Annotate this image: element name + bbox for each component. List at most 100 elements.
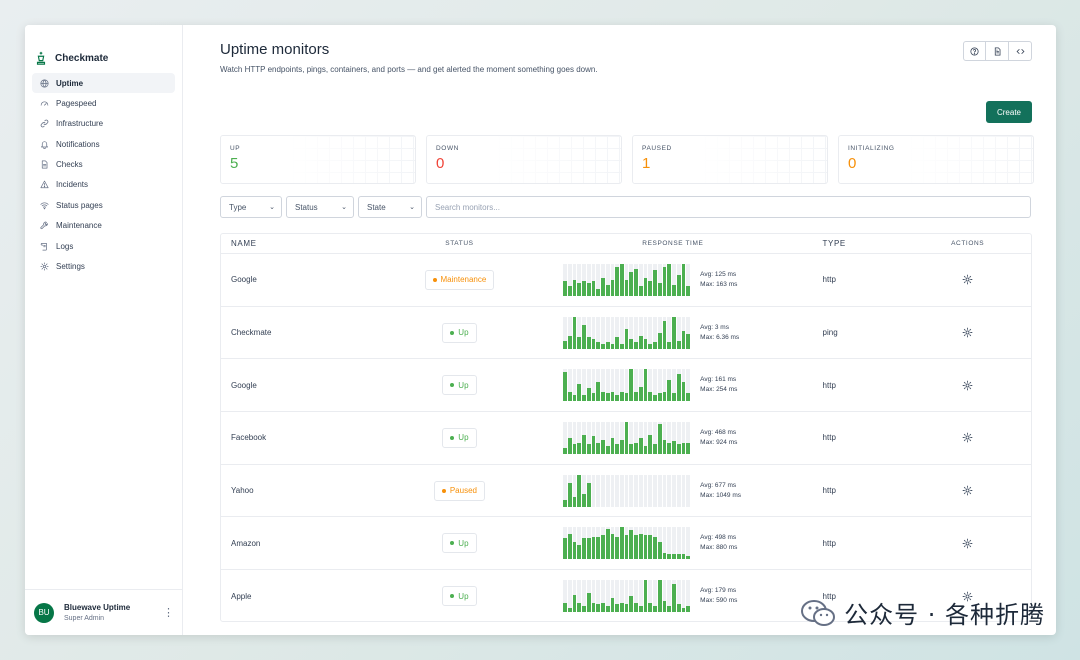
- response-bar-slot: [567, 316, 572, 349]
- monitor-name[interactable]: Google: [221, 275, 366, 284]
- user-name: Bluewave Uptime: [64, 603, 131, 612]
- help-button[interactable]: [963, 41, 986, 61]
- response-bar-slot: [648, 316, 653, 349]
- sidebar-item-pagespeed[interactable]: Pagespeed: [32, 93, 175, 113]
- response-bar-slot: [582, 369, 586, 402]
- code-button[interactable]: [1009, 41, 1032, 61]
- response-bar: [653, 270, 657, 296]
- response-bar-slot: [648, 369, 653, 402]
- response-bar: [686, 442, 690, 454]
- response-bar-slot: [634, 527, 638, 560]
- response-bar: [638, 335, 643, 349]
- sidebar-item-incidents[interactable]: Incidents: [32, 175, 175, 195]
- monitor-name[interactable]: Google: [221, 381, 366, 390]
- sidebar-item-checks[interactable]: Checks: [32, 155, 175, 175]
- sidebar-item-label: Checks: [56, 160, 83, 170]
- type-filter-label: Type: [229, 202, 247, 212]
- response-bar-slot: [591, 527, 596, 560]
- table-row[interactable]: Google Up Avg: 161 ms Max: 254 ms http: [221, 359, 1031, 413]
- sidebar-item-label: Status pages: [56, 200, 103, 210]
- gear-icon[interactable]: [962, 432, 973, 443]
- response-bar: [563, 340, 567, 349]
- header-status[interactable]: STATUS: [366, 240, 554, 247]
- docs-button[interactable]: [986, 41, 1009, 61]
- response-bar-slot: [586, 421, 591, 454]
- avatar[interactable]: BU: [34, 602, 54, 623]
- monitor-name[interactable]: Checkmate: [221, 328, 366, 337]
- response-bar-slot: [643, 527, 648, 560]
- response-bar: [676, 275, 681, 296]
- response-bar: [643, 369, 648, 402]
- search-input[interactable]: [426, 196, 1031, 218]
- response-bar-slot: [672, 316, 676, 349]
- response-bar: [605, 528, 610, 560]
- response-bar: [662, 552, 667, 560]
- header-actions: [963, 41, 1032, 61]
- gear-icon[interactable]: [962, 274, 973, 285]
- gear-icon[interactable]: [962, 327, 973, 338]
- response-bar-slot: [605, 369, 610, 402]
- response-bar-slot: [648, 527, 653, 560]
- response-bar-slot: [667, 369, 672, 402]
- response-bar: [615, 394, 619, 402]
- response-time-chart: [563, 263, 690, 296]
- sidebar-item-settings[interactable]: Settings: [32, 257, 175, 277]
- code-icon: [1016, 48, 1024, 54]
- response-bar-slot: [563, 580, 567, 613]
- response-bar-slot: [648, 263, 653, 296]
- monitor-name[interactable]: Facebook: [221, 433, 366, 442]
- brand[interactable]: Checkmate: [25, 25, 182, 70]
- sidebar-item-uptime[interactable]: Uptime: [32, 73, 175, 93]
- main-content: Uptime monitors Watch HTTP endpoints, pi…: [183, 25, 1056, 635]
- response-bar: [672, 284, 676, 296]
- response-bar-slot: [572, 580, 577, 613]
- response-bar: [572, 444, 577, 454]
- sidebar-item-notifications[interactable]: Notifications: [32, 134, 175, 154]
- table-row[interactable]: Facebook Up Avg: 468 ms Max: 924 ms http: [221, 412, 1031, 465]
- status-filter[interactable]: Status ⌄: [286, 196, 354, 218]
- response-bar-slot: [676, 474, 681, 507]
- response-bar: [657, 580, 662, 613]
- table-row[interactable]: Yahoo Paused Avg: 677 ms Max: 1049 ms http: [221, 465, 1031, 518]
- sidebar-item-status-pages[interactable]: Status pages: [32, 195, 175, 215]
- sidebar-item-label: Logs: [56, 241, 74, 251]
- create-button[interactable]: Create: [986, 101, 1032, 123]
- response-bar: [619, 263, 624, 296]
- gear-icon[interactable]: [962, 538, 973, 549]
- sidebar-item-infrastructure[interactable]: Infrastructure: [32, 114, 175, 134]
- monitor-name[interactable]: Apple: [221, 592, 366, 601]
- bell-icon: [40, 140, 49, 149]
- stat-value: 5: [230, 155, 239, 172]
- response-bar-slot: [624, 474, 629, 507]
- response-bar: [577, 383, 582, 402]
- table-row[interactable]: Checkmate Up Avg: 3 ms Max: 6.36 ms ping: [221, 307, 1031, 360]
- docs-icon: [994, 46, 1000, 56]
- state-filter[interactable]: State ⌄: [358, 196, 422, 218]
- response-bar-slot: [619, 316, 624, 349]
- response-bar-slot: [572, 527, 577, 560]
- response-bar-slot: [681, 369, 686, 402]
- table-row[interactable]: Google Maintenance Avg: 125 ms Max: 163 ms h…: [221, 254, 1031, 307]
- monitor-name[interactable]: Yahoo: [221, 486, 366, 495]
- header-response-time[interactable]: RESPONSE TIME: [553, 240, 792, 247]
- header-type[interactable]: TYPE: [793, 239, 905, 248]
- response-bar-slot: [638, 316, 643, 349]
- response-bar: [601, 278, 605, 296]
- table-row[interactable]: Amazon Up Avg: 498 ms Max: 880 ms http: [221, 517, 1031, 571]
- more-options-icon[interactable]: ⋮: [163, 606, 174, 619]
- response-bar-slot: [643, 369, 648, 402]
- type-filter[interactable]: Type ⌄: [220, 196, 282, 218]
- response-bar-slot: [591, 580, 596, 613]
- response-bar: [657, 541, 662, 560]
- gear-icon[interactable]: [962, 485, 973, 496]
- response-bar-slot: [629, 527, 634, 560]
- sidebar-item-maintenance[interactable]: Maintenance: [32, 216, 175, 236]
- response-bar-slot: [615, 580, 619, 613]
- sidebar-item-logs[interactable]: Logs: [32, 236, 175, 256]
- monitor-name[interactable]: Amazon: [221, 539, 366, 548]
- header-name[interactable]: NAME: [221, 239, 366, 248]
- monitor-type: http: [822, 433, 836, 443]
- gear-icon[interactable]: [962, 380, 973, 391]
- response-bar-slot: [615, 421, 619, 454]
- sidebar-item-label: Pagespeed: [56, 98, 97, 108]
